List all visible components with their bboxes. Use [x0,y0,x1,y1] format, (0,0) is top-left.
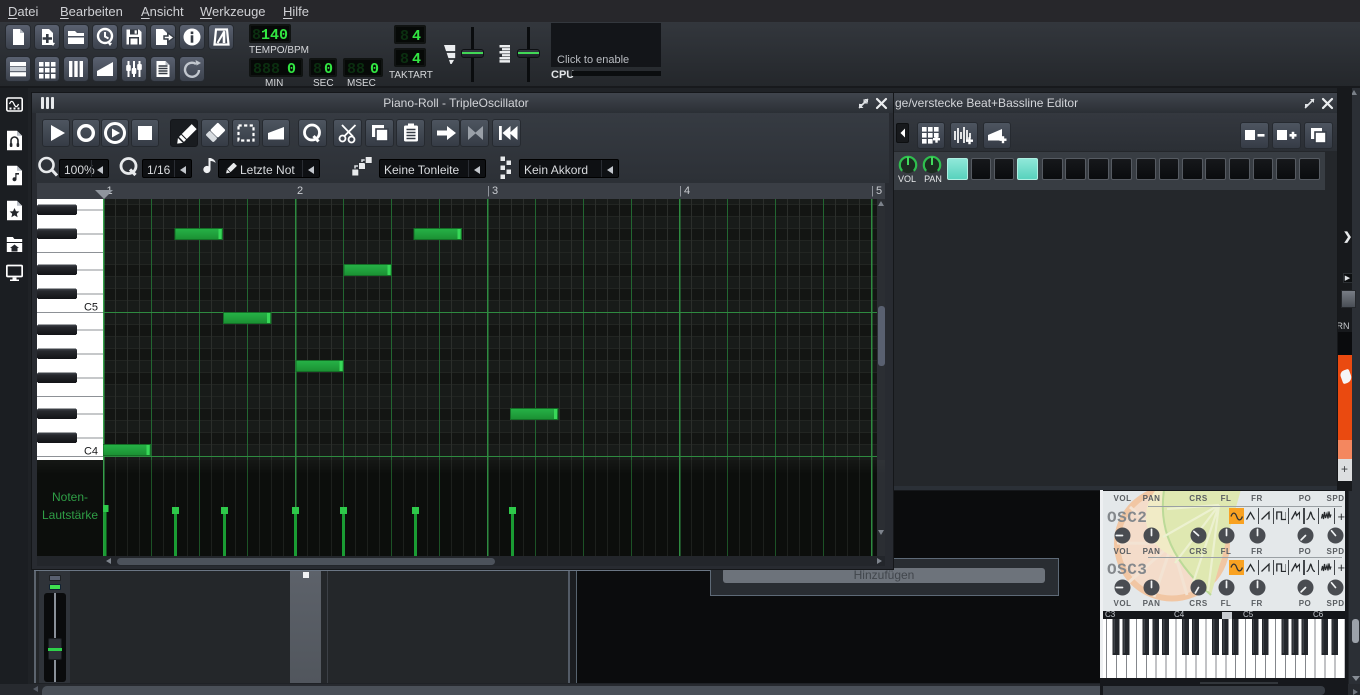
svg-text:C5: C5 [84,301,98,313]
svg-text:C4: C4 [84,445,98,457]
